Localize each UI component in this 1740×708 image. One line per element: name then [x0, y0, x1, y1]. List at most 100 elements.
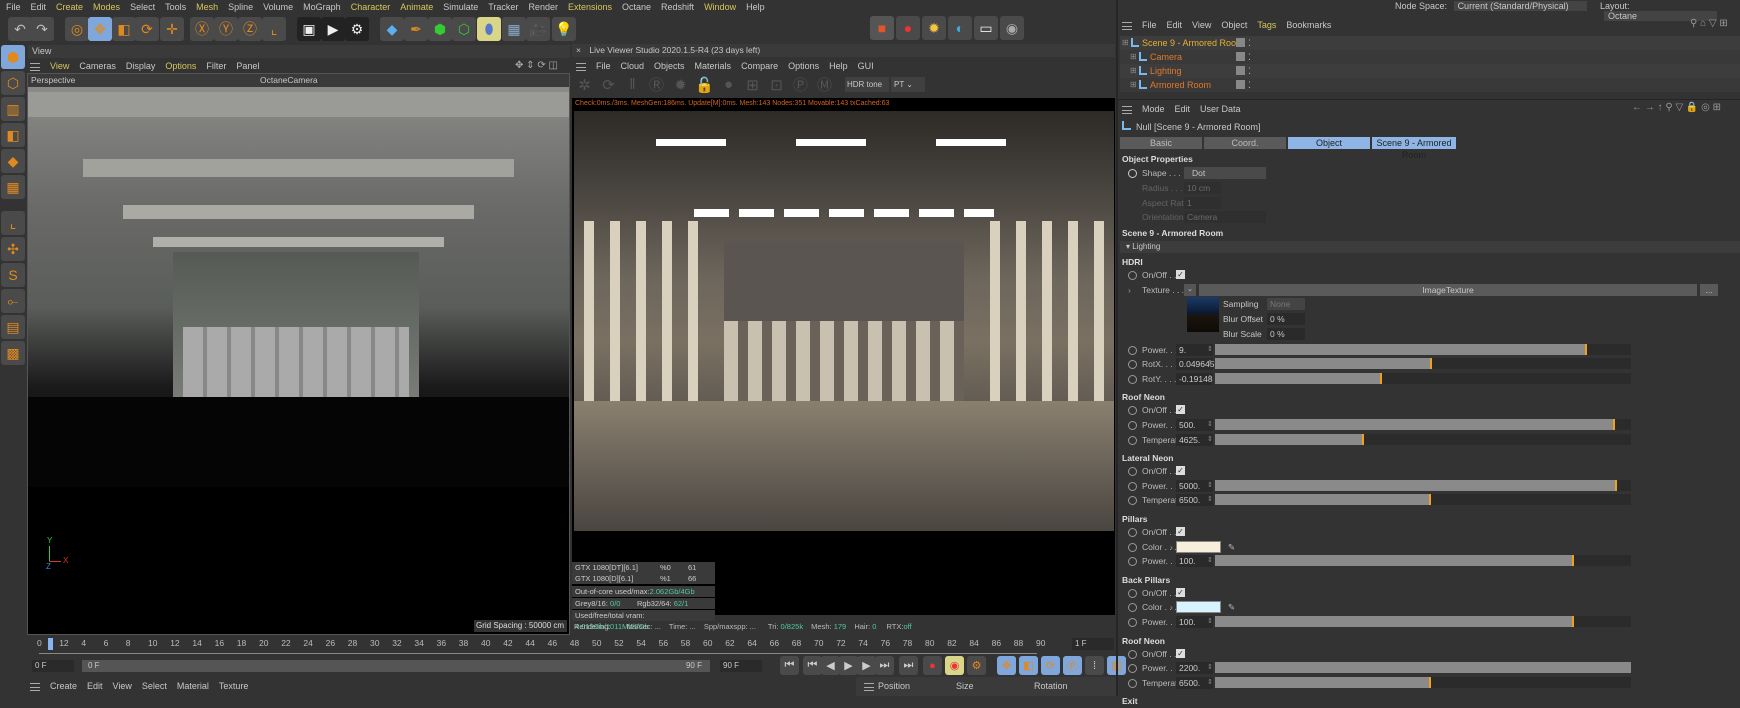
- value-slider[interactable]: [1215, 555, 1631, 567]
- visibility-toggle-icon[interactable]: [1236, 38, 1245, 47]
- layer-dots-icon[interactable]: ⁚: [1248, 50, 1251, 64]
- menu-tools[interactable]: Tools: [165, 2, 186, 12]
- keyframe-icon[interactable]: [1128, 467, 1137, 477]
- pen-icon[interactable]: ✒: [404, 17, 428, 41]
- next-frame-icon[interactable]: ▶: [857, 656, 876, 675]
- restart-icon[interactable]: ⟳: [598, 74, 619, 95]
- menu-objects[interactable]: Objects: [654, 61, 685, 71]
- texture-button[interactable]: ImageTexture: [1199, 283, 1697, 296]
- node-space-dropdown[interactable]: Current (Standard/Physical): [1453, 1, 1587, 11]
- keyframe-icon[interactable]: [1128, 588, 1137, 598]
- value-slider[interactable]: [1215, 494, 1631, 506]
- on-off-checkbox[interactable]: ✓: [1176, 405, 1185, 415]
- timeline-ruler[interactable]: 0 12 4 6 8 10 12 14 16 18 20 22 24 26 28 30 32 34 36 38 40 42…: [27, 636, 1077, 656]
- menu-file[interactable]: File: [6, 2, 21, 12]
- menu-options[interactable]: Options: [788, 61, 819, 71]
- keyframe-icon[interactable]: [1128, 406, 1137, 416]
- menu-cloud[interactable]: Cloud: [621, 61, 645, 71]
- radius-field[interactable]: 10 cm: [1184, 182, 1221, 194]
- texture-more-button[interactable]: ...: [1700, 283, 1718, 296]
- map-pin-icon[interactable]: Ⓜ: [814, 74, 835, 95]
- keyframe-icon[interactable]: [1128, 345, 1137, 355]
- blur-offset-field[interactable]: 0 %: [1267, 312, 1305, 325]
- hamburger-icon[interactable]: [1122, 105, 1132, 114]
- magnet-icon[interactable]: ⟜: [1, 289, 25, 313]
- keyframe-icon[interactable]: [1128, 271, 1137, 280]
- value-slider[interactable]: [1215, 616, 1631, 627]
- octane-live-viewer-icon[interactable]: ■: [870, 16, 894, 40]
- key-pla-icon[interactable]: ⁞: [1085, 656, 1104, 675]
- hamburger-icon[interactable]: [576, 62, 586, 71]
- layer-dots-icon[interactable]: ⁚: [1248, 64, 1251, 78]
- eyedropper-icon[interactable]: ✎: [1228, 600, 1235, 614]
- rect-icon[interactable]: ▭: [974, 16, 998, 40]
- menu-spline[interactable]: Spline: [228, 2, 253, 12]
- viewport-nav-icons[interactable]: ✥ ⇕ ⟳ ◫: [515, 60, 558, 71]
- menu-material[interactable]: Material: [177, 681, 209, 691]
- value-slider[interactable]: [1215, 676, 1631, 688]
- stepper-icon[interactable]: ⇕: [1207, 433, 1213, 447]
- region-render-icon[interactable]: Ⓡ: [646, 74, 667, 95]
- render-picture-viewer-icon[interactable]: ▶: [321, 17, 345, 41]
- y-axis-icon[interactable]: Ⓨ: [214, 17, 238, 41]
- pin-icon[interactable]: Ⓟ: [790, 74, 811, 95]
- menu-mesh[interactable]: Mesh: [196, 2, 218, 12]
- aspect-ratio-field[interactable]: 1: [1184, 197, 1221, 209]
- stepper-icon[interactable]: ⇕: [1207, 676, 1213, 690]
- deformer-icon[interactable]: ⬮: [477, 17, 501, 41]
- keyframe-icon[interactable]: [1128, 435, 1137, 445]
- menu-materials[interactable]: Materials: [695, 61, 732, 71]
- hamburger-icon[interactable]: [1122, 21, 1132, 30]
- expand-icon[interactable]: ⊞: [1130, 78, 1137, 92]
- object-tree-item[interactable]: ⊞ Scene 9 - Armored Room ⁚: [1120, 36, 1740, 50]
- menu-help[interactable]: Help: [829, 61, 848, 71]
- snap-icon[interactable]: S: [1, 263, 25, 287]
- layer-dots-icon[interactable]: ⁚: [1248, 78, 1251, 92]
- autokey-icon[interactable]: ◉: [945, 656, 964, 675]
- menu-edit[interactable]: Edit: [1167, 20, 1183, 30]
- menu-display[interactable]: Display: [126, 61, 156, 71]
- select-icon[interactable]: ◎: [65, 17, 89, 41]
- menu-render[interactable]: Render: [528, 2, 558, 12]
- menu-panel[interactable]: Panel: [236, 61, 259, 71]
- tweak-mode-icon[interactable]: ✣: [1, 237, 25, 261]
- on-off-checkbox[interactable]: ✓: [1176, 270, 1185, 279]
- transform-icon[interactable]: ✛: [160, 17, 184, 41]
- object-name[interactable]: Armored Room: [1150, 78, 1211, 92]
- axis-mode-icon[interactable]: ⌞: [1, 211, 25, 235]
- menu-mode[interactable]: Mode: [1142, 104, 1165, 114]
- polygons-mode-icon[interactable]: ◧: [1, 123, 25, 147]
- menu-edit[interactable]: Edit: [1175, 104, 1191, 114]
- object-name[interactable]: Camera: [1150, 50, 1182, 64]
- move-icon[interactable]: ✥: [88, 17, 112, 41]
- color-swatch[interactable]: [1176, 540, 1221, 553]
- keyframe-icon[interactable]: [1128, 421, 1137, 430]
- menu-compare[interactable]: Compare: [741, 61, 778, 71]
- menu-character[interactable]: Character: [351, 2, 391, 12]
- undo-icon[interactable]: ↶: [8, 17, 32, 41]
- camera-icon[interactable]: 🎥: [526, 17, 550, 41]
- menu-file[interactable]: File: [596, 61, 611, 71]
- menu-texture[interactable]: Texture: [219, 681, 249, 691]
- current-frame-field[interactable]: 1 F: [1072, 638, 1114, 650]
- value-slider[interactable]: [1215, 372, 1631, 384]
- octane-render-icon[interactable]: ●: [896, 16, 920, 40]
- key-position-icon[interactable]: ✥: [997, 656, 1016, 675]
- tab-scene-9-armored-room[interactable]: Scene 9 - Armored Room: [1372, 137, 1456, 160]
- picker-icon[interactable]: ⊡: [766, 74, 787, 95]
- layer-dots-icon[interactable]: ⁚: [1248, 36, 1251, 50]
- keyframe-icon[interactable]: [1128, 528, 1137, 537]
- on-off-checkbox[interactable]: ✓: [1176, 466, 1185, 476]
- visibility-toggle-icon[interactable]: [1236, 80, 1245, 89]
- x-axis-icon[interactable]: Ⓧ: [190, 17, 214, 41]
- menu-view[interactable]: View: [50, 61, 69, 71]
- on-off-checkbox[interactable]: ✓: [1176, 527, 1185, 536]
- visibility-toggle-icon[interactable]: [1236, 52, 1245, 61]
- end-frame-field[interactable]: 90 F: [720, 660, 762, 672]
- expand-arrow-icon[interactable]: ›: [1170, 540, 1173, 554]
- expand-arrow-icon[interactable]: ›: [1128, 283, 1131, 297]
- menu-filter[interactable]: Filter: [206, 61, 226, 71]
- live-viewer-render[interactable]: Check:0ms./3ms. MeshGen:186ms. Update[M]…: [572, 98, 1115, 615]
- redo-icon[interactable]: ↷: [30, 17, 54, 41]
- expand-arrow-icon[interactable]: ›: [1170, 600, 1173, 614]
